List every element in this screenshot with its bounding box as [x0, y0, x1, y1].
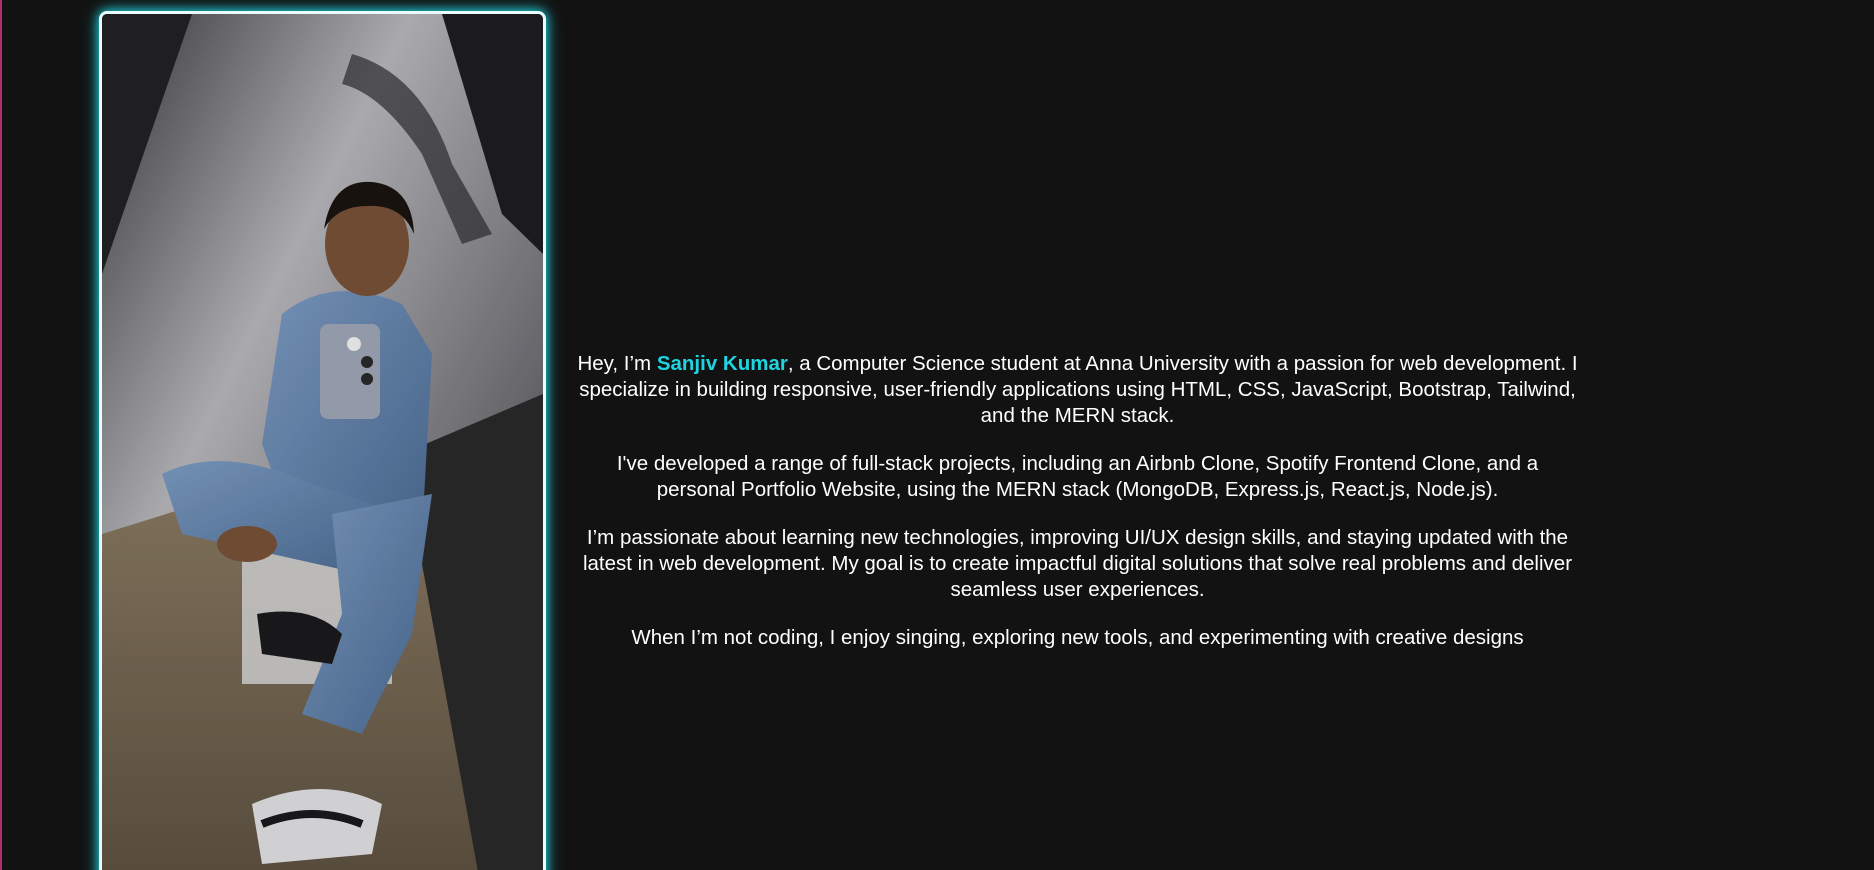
left-edge-divider	[0, 0, 2, 870]
about-text: Hey, I’m Sanjiv Kumar, a Computer Scienc…	[575, 351, 1580, 673]
intro-prefix: Hey, I’m	[577, 352, 657, 375]
hobbies-paragraph: When I’m not coding, I enjoy singing, ex…	[631, 626, 1524, 649]
intro-paragraph: Hey, I’m Sanjiv Kumar, a Computer Scienc…	[575, 351, 1580, 429]
author-name: Sanjiv Kumar	[656, 352, 788, 375]
profile-photo-image	[102, 14, 543, 870]
about-section: Hey, I’m Sanjiv Kumar, a Computer Scienc…	[0, 0, 1874, 870]
projects-paragraph: I've developed a range of full-stack pro…	[616, 452, 1539, 501]
profile-photo	[99, 11, 546, 870]
passion-paragraph: I’m passionate about learning new techno…	[582, 526, 1573, 601]
